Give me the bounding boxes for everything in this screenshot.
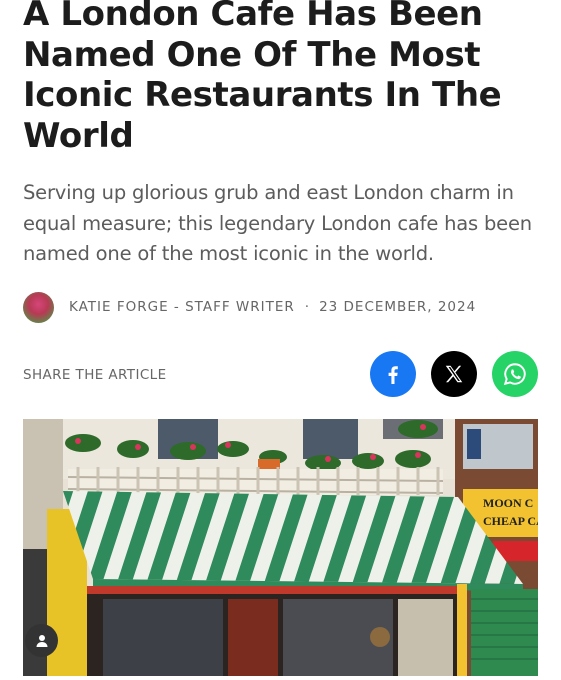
x-icon [445, 365, 463, 383]
image-credit-button[interactable] [25, 624, 58, 657]
whatsapp-icon [503, 363, 526, 386]
author-avatar[interactable] [23, 291, 54, 323]
share-x-button[interactable] [431, 351, 477, 397]
cafe-storefront-image: MOON C CHEAP CA [23, 419, 538, 676]
byline-separator: · [304, 299, 310, 315]
byline: KATIE FORGE - STAFF WRITER · 23 DECEMBER… [23, 291, 543, 323]
facebook-icon [388, 366, 398, 384]
publish-date: 23 DECEMBER, 2024 [319, 299, 477, 315]
share-label: SHARE THE ARTICLE [23, 367, 167, 383]
article-subtitle: Serving up glorious grub and east London… [23, 181, 532, 265]
cafe-sign-line1: MOON C [483, 496, 533, 510]
share-facebook-button[interactable] [370, 351, 416, 397]
article-title: A London Cafe Has Been Named One Of The … [23, 0, 502, 156]
share-whatsapp-button[interactable] [492, 351, 538, 397]
author-name[interactable]: KATIE FORGE - STAFF WRITER [69, 299, 295, 315]
cafe-sign-line2: CHEAP CA [483, 514, 538, 528]
hero-image: MOON C CHEAP CA [23, 419, 538, 676]
user-icon [36, 634, 47, 647]
